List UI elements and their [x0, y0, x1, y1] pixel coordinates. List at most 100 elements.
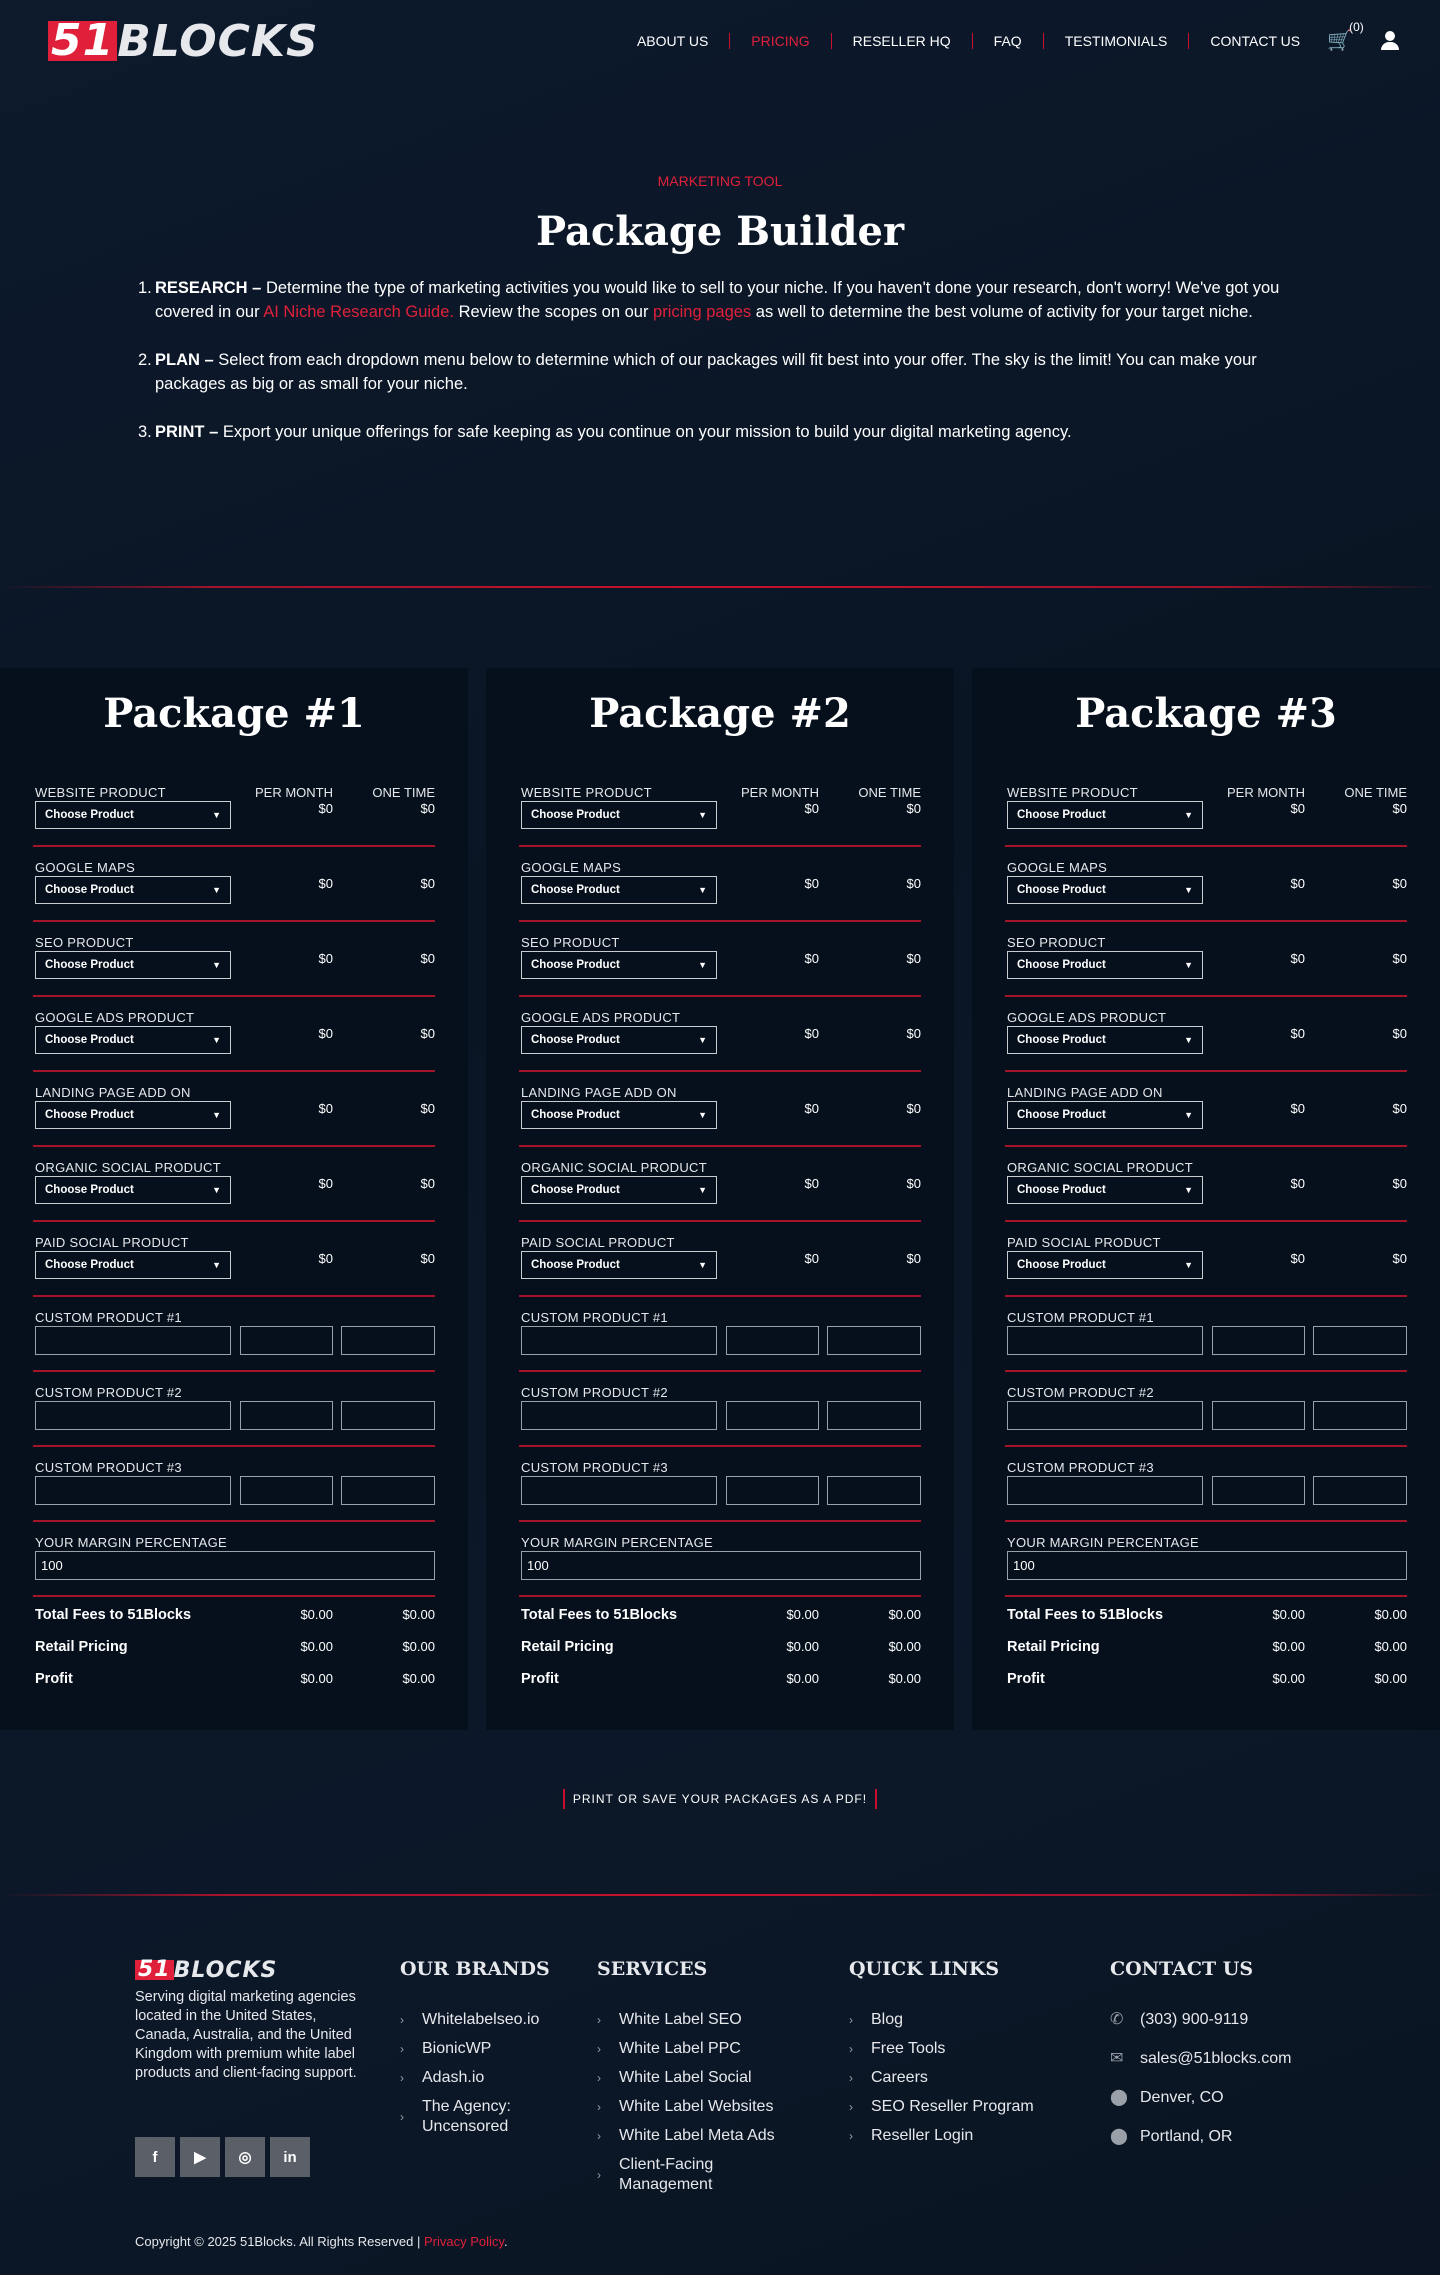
- footer-link[interactable]: › Whitelabelseo.io: [400, 2010, 560, 2030]
- product-select[interactable]: Choose Product ▼: [35, 951, 231, 979]
- custom-one-time-input[interactable]: [1313, 1401, 1407, 1430]
- contact-item[interactable]: ✆ (303) 900-9119: [1110, 2010, 1360, 2030]
- footer-link[interactable]: › White Label PPC: [597, 2039, 797, 2059]
- linkedin-icon[interactable]: in: [270, 2137, 310, 2177]
- product-select[interactable]: Choose Product ▼: [1007, 801, 1203, 829]
- margin-percentage-input[interactable]: 100: [521, 1551, 921, 1580]
- nav-pricing[interactable]: PRICING: [729, 32, 830, 49]
- footer-link[interactable]: › Free Tools: [849, 2039, 1079, 2059]
- custom-product-name-input[interactable]: [521, 1476, 717, 1505]
- footer-link[interactable]: › The Agency: Uncensored: [400, 2097, 560, 2137]
- footer-link[interactable]: › BionicWP: [400, 2039, 560, 2059]
- package-title: Package #2: [589, 690, 851, 737]
- product-select[interactable]: Choose Product ▼: [521, 1251, 717, 1279]
- per-month-value: $0: [1290, 951, 1305, 966]
- product-select[interactable]: Choose Product ▼: [521, 1176, 717, 1204]
- footer-link[interactable]: › SEO Reseller Program: [849, 2097, 1079, 2117]
- custom-per-month-input[interactable]: [726, 1476, 819, 1505]
- product-select[interactable]: Choose Product ▼: [1007, 951, 1203, 979]
- nav-contact-us[interactable]: CONTACT US: [1188, 32, 1321, 49]
- custom-one-time-input[interactable]: [341, 1326, 435, 1355]
- footer-link[interactable]: › Adash.io: [400, 2068, 560, 2088]
- footer-link[interactable]: › White Label Websites: [597, 2097, 797, 2117]
- custom-per-month-input[interactable]: [240, 1401, 333, 1430]
- privacy-policy-link[interactable]: Privacy Policy: [424, 2234, 504, 2249]
- product-select[interactable]: Choose Product ▼: [35, 876, 231, 904]
- custom-product-name-input[interactable]: [1007, 1326, 1203, 1355]
- contact-item[interactable]: ⬤ Denver, CO: [1110, 2088, 1360, 2108]
- custom-one-time-input[interactable]: [827, 1476, 921, 1505]
- custom-one-time-input[interactable]: [341, 1476, 435, 1505]
- user-account-icon[interactable]: [1380, 30, 1400, 51]
- row-divider: [519, 1520, 921, 1522]
- footer-link[interactable]: › White Label SEO: [597, 2010, 797, 2030]
- custom-product-label: CUSTOM PRODUCT #2: [35, 1385, 182, 1400]
- custom-per-month-input[interactable]: [1212, 1401, 1305, 1430]
- custom-per-month-input[interactable]: [1212, 1476, 1305, 1505]
- custom-one-time-input[interactable]: [827, 1401, 921, 1430]
- pricing-pages-link[interactable]: pricing pages: [653, 303, 751, 321]
- product-select[interactable]: Choose Product ▼: [1007, 1101, 1203, 1129]
- nav-testimonials[interactable]: TESTIMONIALS: [1042, 32, 1189, 49]
- contact-item[interactable]: ✉ sales@51blocks.com: [1110, 2049, 1360, 2069]
- product-select[interactable]: Choose Product ▼: [1007, 876, 1203, 904]
- product-select[interactable]: Choose Product ▼: [35, 1251, 231, 1279]
- product-label: SEO PRODUCT: [1007, 935, 1106, 950]
- product-select[interactable]: Choose Product ▼: [35, 1101, 231, 1129]
- custom-product-name-input[interactable]: [521, 1401, 717, 1430]
- footer-link[interactable]: › Reseller Login: [849, 2126, 1079, 2146]
- footer-logo[interactable]: 51 BLOCKS: [135, 1949, 277, 1991]
- custom-one-time-input[interactable]: [1313, 1326, 1407, 1355]
- footer-link[interactable]: › Careers: [849, 2068, 1079, 2088]
- one-time-value: $0: [906, 1176, 921, 1191]
- youtube-icon[interactable]: ▶: [180, 2137, 220, 2177]
- custom-per-month-input[interactable]: [240, 1476, 333, 1505]
- instagram-icon[interactable]: ◎: [225, 2137, 265, 2177]
- footer-link[interactable]: › Blog: [849, 2010, 1079, 2030]
- product-select[interactable]: Choose Product ▼: [521, 1026, 717, 1054]
- custom-product-name-input[interactable]: [1007, 1401, 1203, 1430]
- cart-icon[interactable]: 🛒 (0): [1327, 20, 1364, 53]
- nav-faq[interactable]: FAQ: [971, 32, 1043, 49]
- custom-one-time-input[interactable]: [341, 1401, 435, 1430]
- print-pdf-button[interactable]: PRINT OR SAVE YOUR PACKAGES AS A PDF!: [563, 1789, 877, 1809]
- custom-per-month-input[interactable]: [726, 1326, 819, 1355]
- product-select[interactable]: Choose Product ▼: [35, 1026, 231, 1054]
- product-select[interactable]: Choose Product ▼: [1007, 1176, 1203, 1204]
- product-select[interactable]: Choose Product ▼: [1007, 1026, 1203, 1054]
- custom-product-row: CUSTOM PRODUCT #1: [1005, 1310, 1407, 1385]
- logo[interactable]: 51 BLOCKS: [48, 16, 319, 67]
- ai-niche-guide-link[interactable]: AI Niche Research Guide.: [263, 303, 454, 321]
- total-row: Total Fees to 51Blocks $0.00 $0.00: [1007, 1607, 1407, 1623]
- quick-links-list: › Blog › Free Tools › Careers › SEO Reseller Pr…: [849, 2010, 1079, 2155]
- custom-product-name-input[interactable]: [521, 1326, 717, 1355]
- custom-per-month-input[interactable]: [726, 1401, 819, 1430]
- product-select[interactable]: Choose Product ▼: [521, 1101, 717, 1129]
- product-select[interactable]: Choose Product ▼: [35, 1176, 231, 1204]
- product-select[interactable]: Choose Product ▼: [521, 801, 717, 829]
- nav-about-us[interactable]: ABOUT US: [616, 33, 729, 49]
- chevron-down-icon: ▼: [1184, 1035, 1193, 1045]
- custom-per-month-input[interactable]: [1212, 1326, 1305, 1355]
- footer-link[interactable]: › White Label Social: [597, 2068, 797, 2088]
- custom-one-time-input[interactable]: [827, 1326, 921, 1355]
- custom-product-name-input[interactable]: [35, 1326, 231, 1355]
- nav-reseller-hq[interactable]: RESELLER HQ: [830, 32, 972, 49]
- custom-product-name-input[interactable]: [35, 1476, 231, 1505]
- contact-item[interactable]: ⬤ Portland, OR: [1110, 2127, 1360, 2147]
- footer-link[interactable]: › Client-Facing Management: [597, 2155, 797, 2195]
- product-label: LANDING PAGE ADD ON: [35, 1085, 191, 1100]
- facebook-icon[interactable]: f: [135, 2137, 175, 2177]
- custom-per-month-input[interactable]: [240, 1326, 333, 1355]
- product-select[interactable]: Choose Product ▼: [521, 951, 717, 979]
- margin-percentage-input[interactable]: 100: [35, 1551, 435, 1580]
- chevron-down-icon: ▼: [212, 810, 221, 820]
- product-select[interactable]: Choose Product ▼: [35, 801, 231, 829]
- custom-product-name-input[interactable]: [35, 1401, 231, 1430]
- product-select[interactable]: Choose Product ▼: [521, 876, 717, 904]
- margin-percentage-input[interactable]: 100: [1007, 1551, 1407, 1580]
- product-select[interactable]: Choose Product ▼: [1007, 1251, 1203, 1279]
- footer-link[interactable]: › White Label Meta Ads: [597, 2126, 797, 2146]
- custom-product-name-input[interactable]: [1007, 1476, 1203, 1505]
- custom-one-time-input[interactable]: [1313, 1476, 1407, 1505]
